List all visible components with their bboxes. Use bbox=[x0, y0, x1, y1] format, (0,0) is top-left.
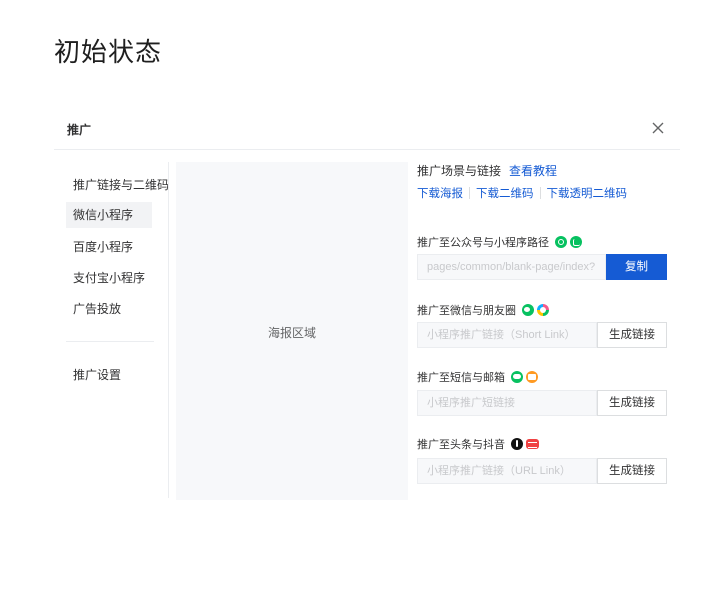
mini-program-path-input[interactable]: pages/common/blank-page/index? bbox=[417, 254, 606, 280]
section-title-text: 推广至公众号与小程序路径 bbox=[417, 237, 549, 249]
mini-program-icon bbox=[570, 236, 582, 248]
generate-sms-link-button[interactable]: 生成链接 bbox=[597, 390, 667, 416]
link-separator bbox=[539, 187, 541, 199]
scene-title: 推广场景与链接 bbox=[417, 164, 502, 178]
mail-icon bbox=[526, 371, 538, 383]
nav-item-baidu-mini-program[interactable]: 百度小程序 bbox=[66, 234, 152, 260]
nav-item-wechat-mini-program[interactable]: 微信小程序 bbox=[66, 202, 152, 228]
download-links: 下载海报 下载二维码 下载透明二维码 bbox=[417, 185, 627, 201]
wechat-icon bbox=[522, 304, 534, 316]
generate-short-link-button[interactable]: 生成链接 bbox=[597, 322, 667, 348]
short-link-input[interactable]: 小程序推广链接（Short Link） bbox=[417, 322, 597, 348]
nav-item-ads[interactable]: 广告投放 bbox=[66, 296, 152, 322]
link-separator bbox=[469, 187, 470, 199]
page-title: 初始状态 bbox=[54, 37, 163, 67]
toutiao-icon bbox=[526, 439, 539, 449]
section-title-text: 推广至短信与邮箱 bbox=[417, 372, 505, 384]
moments-icon bbox=[537, 304, 549, 316]
tutorial-link[interactable]: 查看教程 bbox=[509, 162, 557, 179]
wechat-official-account-icon bbox=[555, 236, 567, 248]
section-title-text: 推广至头条与抖音 bbox=[417, 439, 505, 451]
sms-link-input-group: 小程序推广短链接 生成链接 bbox=[417, 390, 667, 416]
download-poster-link[interactable]: 下载海报 bbox=[417, 185, 463, 201]
nav-item-link-qrcode[interactable]: 推广链接与二维码 bbox=[66, 172, 169, 198]
section-title-official-account: 推广至公众号与小程序路径 bbox=[417, 234, 585, 250]
nav-item-alipay-mini-program[interactable]: 支付宝小程序 bbox=[66, 265, 152, 291]
nav-divider-vertical bbox=[168, 162, 169, 498]
path-input-group: pages/common/blank-page/index? 复制 bbox=[417, 254, 667, 280]
sms-icon bbox=[511, 371, 523, 383]
section-title-text: 推广至微信与朋友圈 bbox=[417, 305, 516, 317]
scene-title-row: 推广场景与链接 查看教程 bbox=[417, 162, 557, 179]
download-qrcode-link[interactable]: 下载二维码 bbox=[476, 185, 534, 201]
generate-url-link-button[interactable]: 生成链接 bbox=[597, 458, 667, 484]
close-icon[interactable] bbox=[648, 118, 668, 138]
section-title-wechat-moments: 推广至微信与朋友圈 bbox=[417, 302, 552, 318]
dialog-title: 推广 bbox=[67, 123, 92, 137]
dialog-header-divider bbox=[54, 149, 680, 150]
section-title-toutiao-douyin: 推广至头条与抖音 bbox=[417, 436, 542, 452]
copy-button[interactable]: 复制 bbox=[606, 254, 667, 280]
poster-area: 海报区域 bbox=[176, 162, 408, 500]
url-link-input[interactable]: 小程序推广链接（URL Link） bbox=[417, 458, 597, 484]
short-link-input-group: 小程序推广链接（Short Link） 生成链接 bbox=[417, 322, 667, 348]
nav-item-settings[interactable]: 推广设置 bbox=[66, 362, 152, 388]
url-link-input-group: 小程序推广链接（URL Link） 生成链接 bbox=[417, 458, 667, 484]
section-title-sms-mail: 推广至短信与邮箱 bbox=[417, 369, 541, 385]
sms-link-input[interactable]: 小程序推广短链接 bbox=[417, 390, 597, 416]
nav-divider bbox=[66, 341, 154, 342]
download-transparent-qrcode-link[interactable]: 下载透明二维码 bbox=[547, 185, 628, 201]
poster-label: 海报区域 bbox=[267, 326, 316, 340]
douyin-icon bbox=[511, 438, 523, 450]
